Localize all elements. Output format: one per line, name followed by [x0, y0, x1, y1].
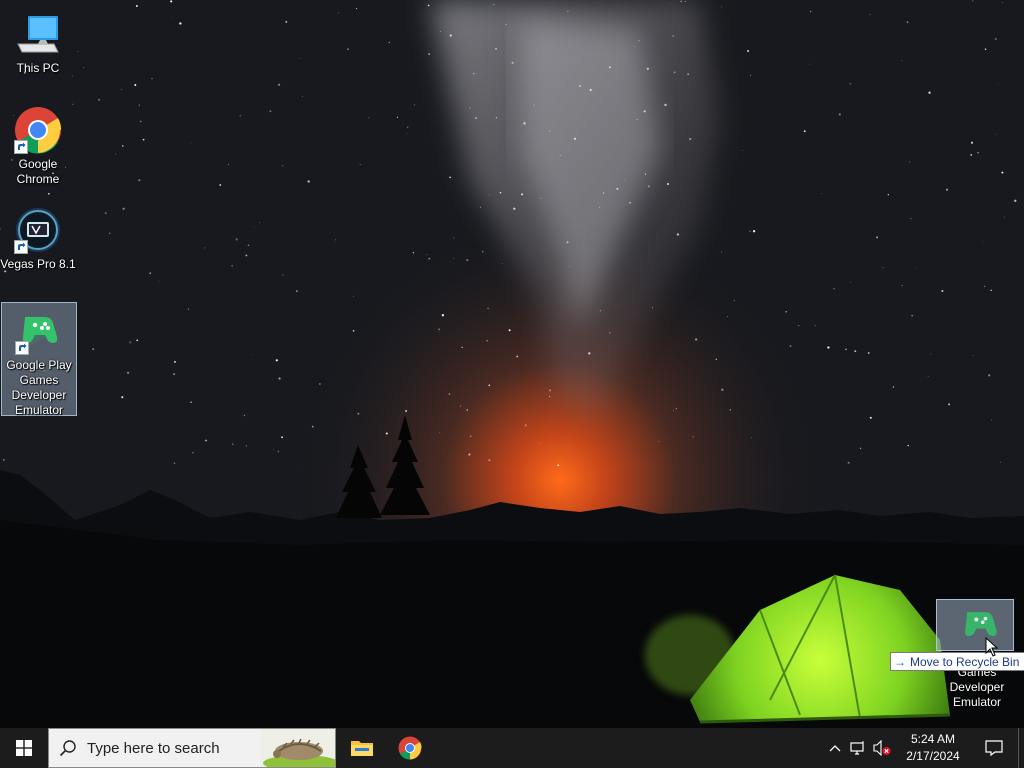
this-pc-icon — [14, 10, 62, 58]
taskbar: Type here to search 5:24 AM 2/17/2024 — [0, 728, 1024, 768]
chrome-icon — [14, 106, 62, 154]
clock[interactable]: 5:24 AM 2/17/2024 — [894, 728, 972, 768]
taskbar-google-chrome[interactable] — [386, 728, 434, 768]
clock-time: 5:24 AM — [910, 732, 956, 746]
search-highlight-image — [261, 729, 335, 767]
desktop-icon-this-pc[interactable]: This PC — [0, 6, 76, 76]
drop-tooltip-text: Move to Recycle Bin — [910, 654, 1020, 669]
shortcut-arrow-icon — [14, 240, 28, 254]
start-button[interactable] — [0, 728, 48, 768]
desktop-icon-label: Google Chrome — [16, 157, 60, 186]
network-icon[interactable] — [846, 728, 870, 768]
taskbar-file-explorer[interactable] — [338, 728, 386, 768]
windows-logo-icon — [16, 740, 32, 756]
clock-date: 2/17/2024 — [906, 749, 960, 763]
system-tray: 5:24 AM 2/17/2024 — [824, 728, 1024, 768]
action-center-button[interactable] — [972, 728, 1016, 768]
vegas-pro-icon — [14, 206, 62, 254]
desktop-icon-google-chrome[interactable]: Google Chrome — [0, 102, 76, 190]
desktop-icon-google-play-games-emulator[interactable]: Google Play Games Developer Emulator — [1, 302, 77, 417]
search-box[interactable]: Type here to search — [48, 728, 336, 768]
file-explorer-icon — [351, 741, 373, 756]
drag-ghost-label: Games Developer Emulator — [949, 665, 1005, 709]
shortcut-arrow-icon — [15, 341, 29, 355]
chevron-up-icon[interactable] — [824, 728, 846, 768]
search-placeholder: Type here to search — [87, 739, 220, 757]
desktop-icon-label: This PC — [16, 61, 60, 75]
desktop-icon-label: Google Play Games Developer Emulator — [6, 358, 72, 417]
show-desktop-button[interactable] — [1018, 728, 1024, 768]
night-sky-landscape — [0, 0, 1024, 728]
arrow-right-icon: → — [894, 654, 906, 669]
mouse-cursor-icon — [985, 636, 999, 657]
desktop-wallpaper — [0, 0, 1024, 728]
desktop-icon-label: Vegas Pro 8.1 — [0, 257, 76, 271]
desktop-icon-vegas-pro[interactable]: Vegas Pro 8.1 — [0, 202, 76, 274]
action-center-icon — [985, 740, 1003, 756]
chrome-icon — [398, 736, 422, 760]
google-play-games-icon — [15, 307, 63, 355]
search-icon — [49, 739, 87, 757]
shortcut-arrow-icon — [14, 140, 28, 154]
drop-tooltip: → Move to Recycle Bin — [890, 652, 1024, 671]
volume-muted-icon[interactable] — [870, 728, 894, 768]
